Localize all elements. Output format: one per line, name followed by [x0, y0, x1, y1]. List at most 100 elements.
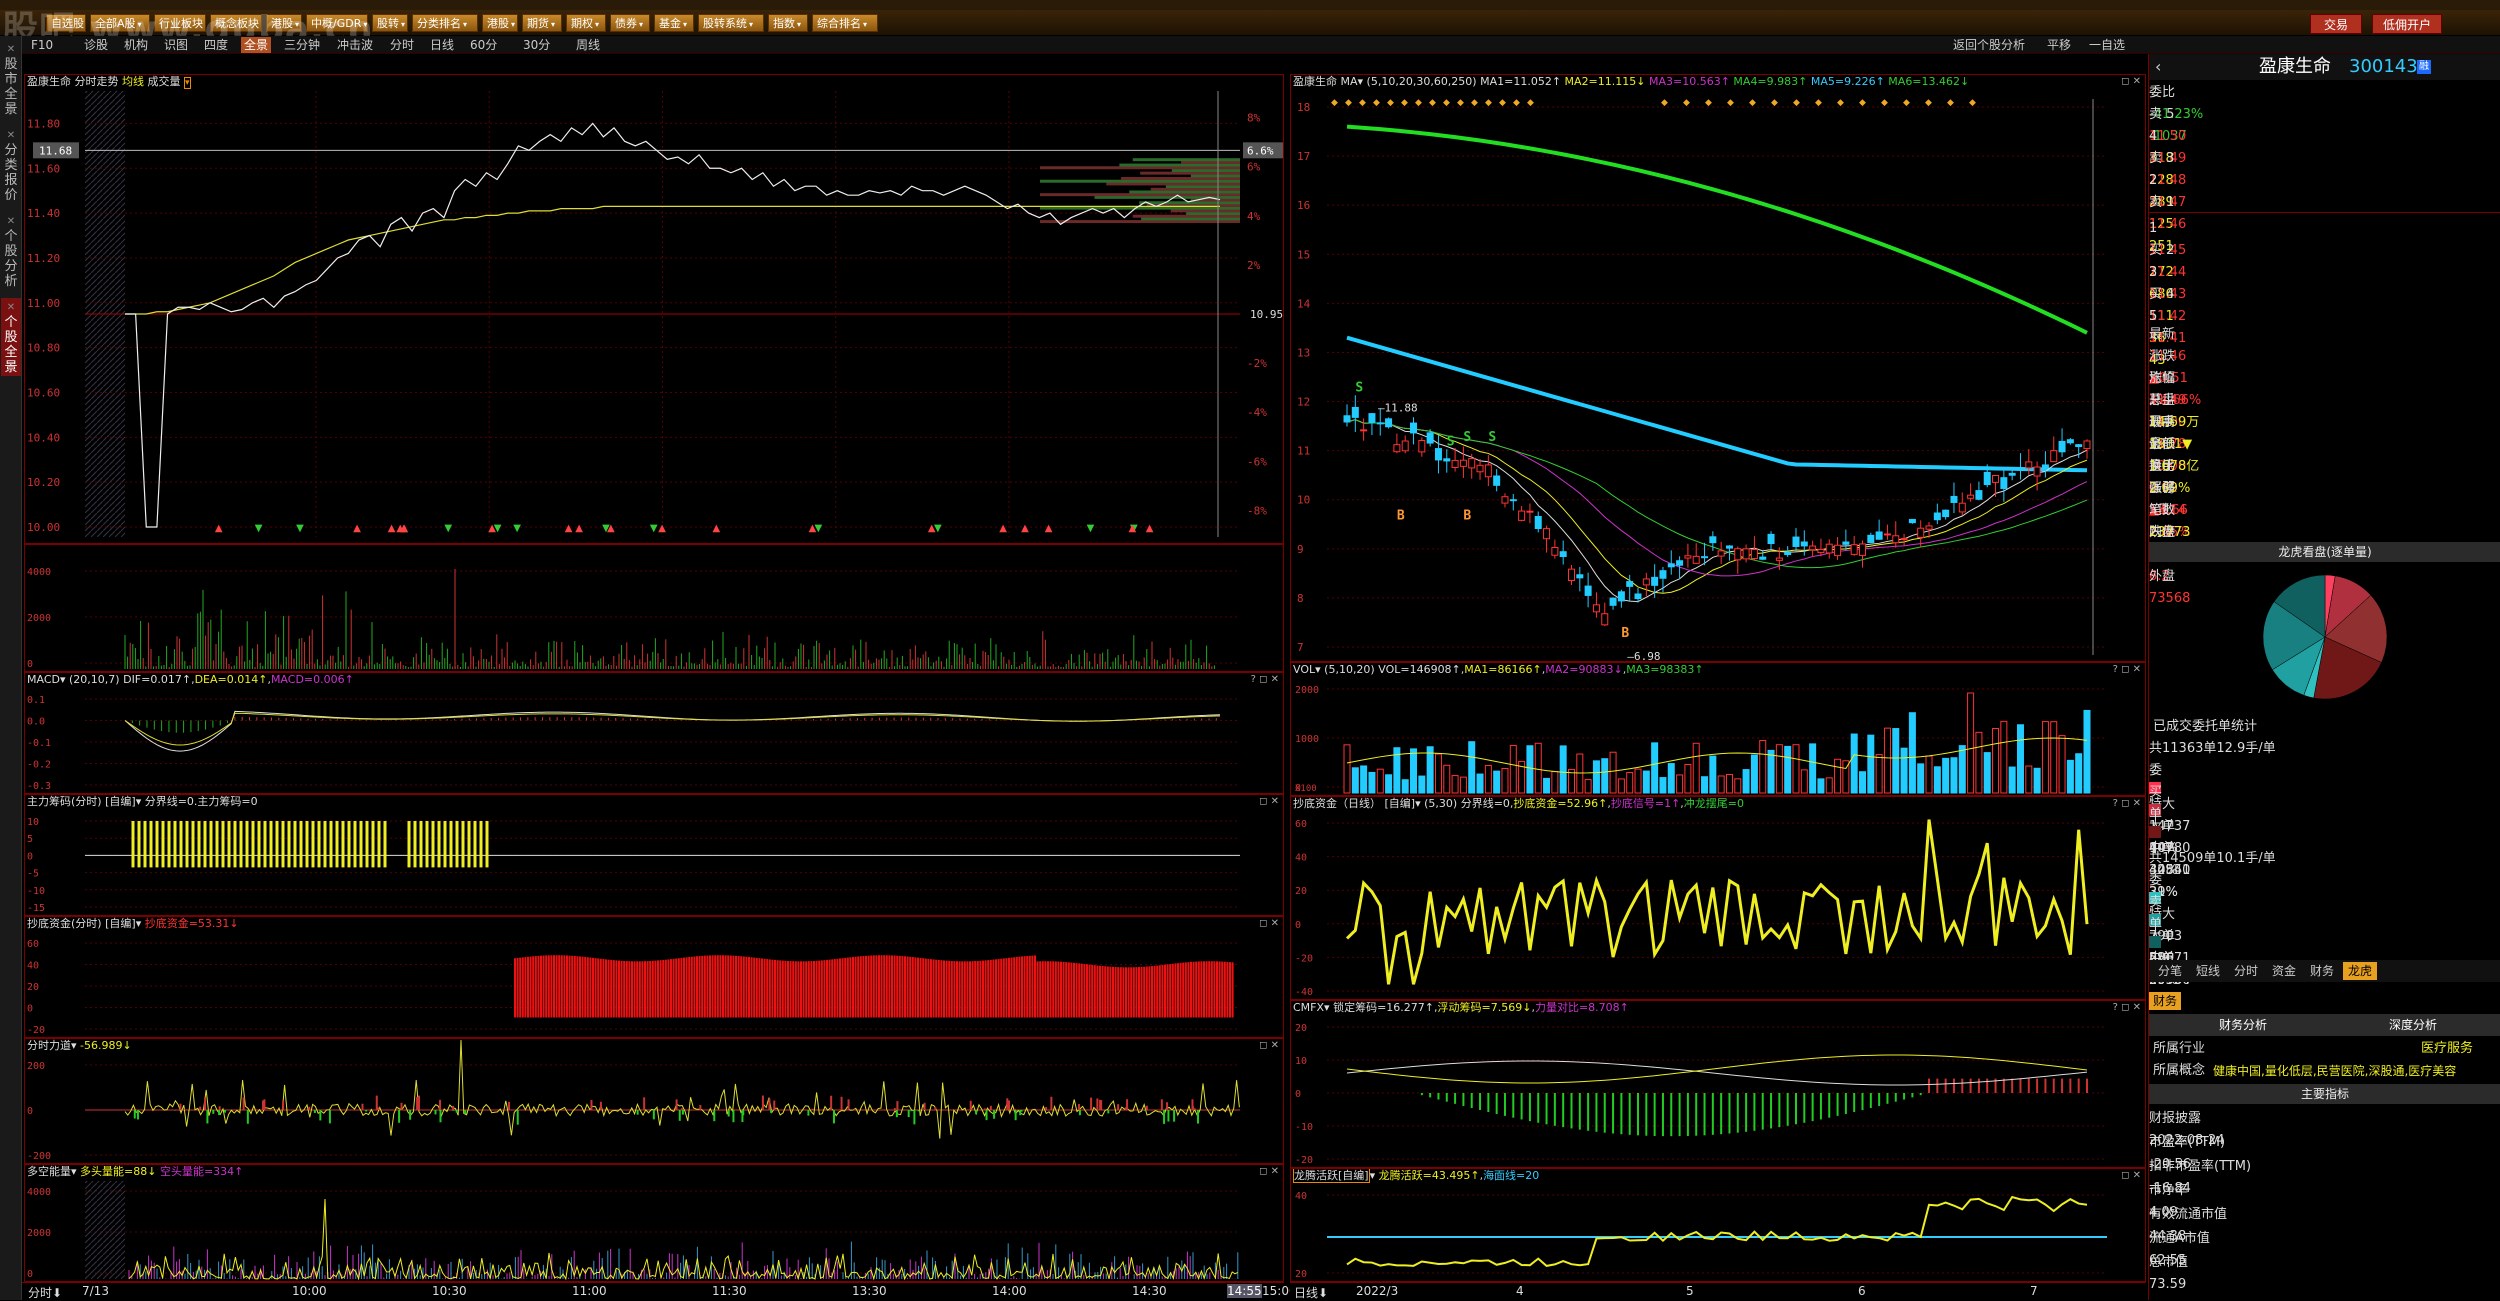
open-account-button[interactable]: 低佣开户 — [2372, 14, 2442, 34]
macd-panel[interactable]: MACD▾ (20,10,7) DIF=0.017↑,DEA=0.014↑,MA… — [24, 672, 1284, 794]
order-book-row[interactable]: 买 4 11.42 36 — [2149, 284, 2500, 346]
cmfx-panel[interactable]: CMFX▾ 锁定筹码=16.277↑,浮动筹码=7.569↓,力量对比=8.70… — [1290, 1000, 2146, 1168]
menu-item[interactable]: 股转系统 ▾ — [698, 14, 764, 32]
volume-bar — [1426, 746, 1434, 794]
intraday-period-select[interactable]: 分时⬇ — [28, 1284, 62, 1301]
order-title: 已成交委托单统计 — [2153, 719, 2258, 734]
left-nav-item[interactable]: ✕ 分类报价 — [1, 126, 21, 204]
cdzj-chart: 60 40 20 0 -20 — [27, 939, 1240, 1036]
daily-period-select[interactable]: 日线⬇ — [1294, 1284, 1328, 1301]
candle-body — [1468, 458, 1476, 469]
subbar-right-item[interactable]: 平移 — [2044, 37, 2074, 53]
cdzj-panel[interactable]: 抄底资金(分时) [自编]▾ 抄底资金=53.31↓ ◻ ✕ 60 40 20 0 -2… — [24, 916, 1284, 1038]
order-book-row[interactable]: 3 11.43 511 — [2149, 262, 2500, 324]
axis-tick: 10 — [1295, 1056, 1307, 1067]
candle-body — [1651, 576, 1659, 586]
left-nav-item[interactable]: ✕ 股市全景 — [1, 40, 21, 118]
order-book-row[interactable]: 卖 5 11.50 318 — [2149, 104, 2500, 166]
daily-volume-panel[interactable]: VOL▾ (5,10,20) VOL=146908↑,MA1=86166↑,MA… — [1290, 662, 2146, 796]
menu-item[interactable]: 综合排名 ▾ — [812, 14, 878, 32]
subbar-item[interactable]: 60分 — [467, 37, 500, 53]
candle-body — [1892, 535, 1900, 544]
order-book-row[interactable]: 4 11.49 228 — [2149, 126, 2500, 188]
subbar-item[interactable]: 四度 — [201, 37, 231, 53]
volume-bar — [1434, 753, 1442, 794]
subbar-item[interactable]: 分时 — [387, 37, 417, 53]
menu-item[interactable]: 港股 ▾ — [482, 14, 518, 32]
cdzj-daily-panel[interactable]: 抄底资金（日线） [自编]▾ (5,30) 分界线=0,抄底资金=52.96↑,… — [1290, 796, 2146, 1000]
subbar-right-item[interactable]: 返回个股分析 — [1950, 37, 2028, 53]
trade-button[interactable]: 交易 — [2310, 14, 2362, 34]
volume-bar — [1617, 778, 1625, 794]
subbar-item[interactable]: 诊股 — [81, 37, 111, 53]
macd-chart: 0.1 0.0 -0.1 -0.2 -0.3 — [27, 695, 1240, 792]
menu-item[interactable]: 期权 ▾ — [566, 14, 606, 32]
rongzi-icon[interactable]: 融 — [2417, 60, 2431, 74]
candle-body — [1526, 510, 1534, 513]
quote-tab[interactable]: 分时 — [2229, 962, 2263, 980]
fin-subtab-deep[interactable]: 深度分析 — [2389, 1014, 2437, 1036]
subbar-item[interactable]: 30分 — [520, 37, 553, 53]
menu-item-label: 综合排名 — [817, 17, 861, 30]
finance-tab[interactable]: 财务 — [2149, 992, 2182, 1010]
subbar-item[interactable]: 识图 — [161, 37, 191, 53]
event-marker-icon: ◆ — [1859, 98, 1866, 108]
left-nav-item[interactable]: ✕ 个股全景 — [1, 298, 21, 376]
ma5-line — [1346, 419, 2088, 603]
subbar-item[interactable]: 冲击波 — [334, 37, 376, 53]
intraday-panel[interactable]: 盈康生命 分时走势 均线 成交量 ▾ 11.80 11.60 11.40 11.20 1… — [24, 74, 1284, 544]
depth-bar — [1040, 206, 1240, 210]
menu-item[interactable]: 指数 ▾ — [768, 14, 808, 32]
quote-tabs[interactable]: 分笔 短线 分时 资金 财务 龙虎 — [2149, 960, 2500, 982]
close-icon[interactable]: ✕ — [1, 42, 21, 57]
order-book-row[interactable]: 买 2 11.44 686 — [2149, 240, 2500, 302]
zlcm-panel[interactable]: 主力筹码(分时) [自编]▾ 分界线=0.主力筹码=0 ◻ ✕ 10 5 0 -5 -1… — [24, 794, 1284, 916]
close-icon[interactable]: ✕ — [1, 214, 21, 229]
subbar-right-item[interactable]: 一自选 — [2086, 37, 2128, 53]
subbar-item[interactable]: 周线 — [573, 37, 603, 53]
stock-code: 300143 — [2349, 56, 2418, 77]
menu-item[interactable]: 基金 ▾ — [654, 14, 694, 32]
axis-tick: -200 — [27, 1151, 51, 1162]
subbar-item[interactable]: 全景 — [241, 37, 272, 53]
lths-panel[interactable]: 龙腾活跃[自编]▾ 龙腾活跃=43.495↑,海面线=20 ◻ ✕ 40 20 — [1290, 1168, 2146, 1282]
back-icon[interactable]: ‹ — [2155, 56, 2161, 78]
event-marker-icon: ◆ — [1947, 98, 1954, 108]
order-book-row[interactable]: 2 11.47 125 — [2149, 170, 2500, 232]
subbar-item[interactable]: F10 — [28, 37, 56, 53]
volume-bar — [1351, 767, 1359, 794]
subbar-item[interactable]: 机构 — [121, 37, 151, 53]
pre-market-zone — [85, 1181, 125, 1279]
quote-tab[interactable]: 龙虎 — [2343, 962, 2378, 980]
quote-tab[interactable]: 短线 — [2191, 962, 2225, 980]
fin-row: 总市值 73.59 — [2149, 1252, 2500, 1292]
order-book-row[interactable]: 卖 1 11.46 251 — [2149, 192, 2500, 254]
menu-item[interactable]: 分类排名 ▾ — [412, 14, 478, 32]
order-side: 卖 — [2149, 895, 2163, 910]
daily-kline-chart[interactable]: 18 17 16 15 14 13 12 11 10 9 8 7 ◆ ◆ ◆ ◆ ◆ ◆ ◆ ◆ ◆ ◆ ◆ ◆ ◆ ◆ ◆ ◆ ◆ ◆ ◆… — [1291, 75, 2146, 662]
close-icon[interactable]: ✕ — [1, 300, 21, 315]
subbar-item[interactable]: 三分钟 — [281, 37, 323, 53]
menu-item[interactable]: 股转 ▾ — [372, 14, 408, 32]
close-icon[interactable]: ✕ — [1, 128, 21, 143]
menu-item[interactable]: 债券 ▾ — [610, 14, 650, 32]
quote-tab[interactable]: 资金 — [2267, 962, 2301, 980]
order-book-row[interactable]: 1 11.45 272 — [2149, 218, 2500, 280]
subbar-item[interactable]: 日线 — [427, 37, 457, 53]
order-book-row[interactable]: 卖 3 11.48 289 — [2149, 148, 2500, 210]
candle-body — [1775, 557, 1783, 561]
intraday-chart[interactable]: 11.80 11.60 11.40 11.20 11.00 10.80 10.60 10.40… — [25, 75, 1284, 544]
fin-subtab-analysis[interactable]: 财务分析 — [2219, 1014, 2267, 1036]
left-nav-item[interactable]: ✕ 个股分析 — [1, 212, 21, 290]
daily-kline-panel[interactable]: 盈康生命 MA▾ (5,10,20,30,60,250) MA1=11.052↑… — [1290, 74, 2146, 662]
fin-value: 73.59 — [2149, 1277, 2187, 1292]
menu-item[interactable]: 期货 ▾ — [522, 14, 562, 32]
fsld-panel[interactable]: 分时力道▾ -56.989↓ ◻ ✕ 200 0 -200 — [24, 1038, 1284, 1164]
quote-tab[interactable]: 分笔 — [2153, 962, 2187, 980]
pct-tick: 2% — [1247, 259, 1261, 272]
quote-tab[interactable]: 财务 — [2305, 962, 2339, 980]
dkl-panel[interactable]: 多空能量▾ 多头量能=88↓ 空头量能=334↑ ◻ ✕ 4000 2000 0 — [24, 1164, 1284, 1282]
candle-body — [1410, 422, 1418, 434]
sell-signal-icon: S — [1463, 430, 1471, 445]
chevron-down-icon: ▾ — [551, 20, 556, 29]
